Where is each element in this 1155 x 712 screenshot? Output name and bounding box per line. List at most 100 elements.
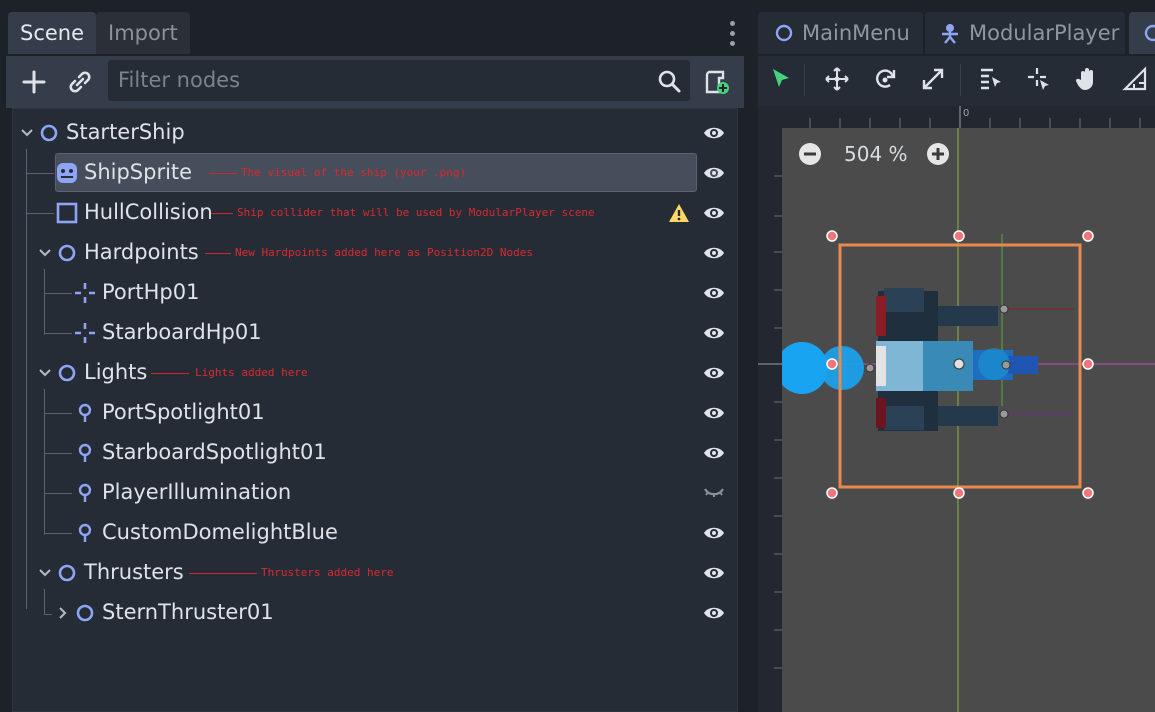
visibility-eye-icon[interactable]: [703, 603, 725, 623]
node2d-circle-icon: [40, 124, 58, 142]
node-label: StarboardHp01: [102, 320, 262, 344]
tab-mainmenu[interactable]: MainMenu: [758, 12, 923, 54]
ruler-ticks: [809, 106, 1141, 128]
node-label: PortSpotlight01: [102, 400, 265, 424]
annotation-line: [209, 173, 237, 174]
chevron-down-icon[interactable]: [37, 565, 53, 581]
tree-row-thrusters[interactable]: Thrusters Thrusters added here: [13, 553, 739, 593]
2d-canvas[interactable]: 0 504 %: [758, 106, 1155, 712]
dock-tabbar: Scene Import: [0, 0, 750, 56]
node-label: HullCollision: [84, 200, 213, 224]
visibility-eye-icon[interactable]: [703, 243, 725, 263]
visibility-eye-icon[interactable]: [703, 443, 725, 463]
node2d-circle-icon: [76, 604, 94, 622]
annotation-line: [151, 373, 189, 374]
annotation-text: Thrusters added here: [261, 566, 394, 579]
visibility-eye-icon[interactable]: [703, 563, 725, 583]
node-label: StarterShip: [66, 120, 185, 144]
visibility-hidden-icon[interactable]: [703, 483, 725, 503]
move-mode-icon[interactable]: [824, 66, 850, 92]
tree-row-shipsprite[interactable]: ShipSprite The visual of the ship (your …: [13, 153, 739, 193]
tree-row-hardpoints[interactable]: Hardpoints New Hardpoints added here as …: [13, 233, 739, 273]
tab-import[interactable]: Import: [96, 12, 190, 54]
tree-row-customdomelightblue[interactable]: CustomDomelightBlue: [13, 513, 739, 553]
node-label: ShipSprite: [84, 160, 193, 184]
visibility-eye-icon[interactable]: [703, 523, 725, 543]
tab-scene[interactable]: Scene: [8, 12, 97, 54]
warning-icon[interactable]: [668, 202, 690, 224]
chevron-down-icon[interactable]: [37, 245, 53, 261]
light-bulb-icon: [78, 403, 92, 422]
annotation-text: Lights added here: [195, 366, 308, 379]
chevron-down-icon[interactable]: [37, 365, 53, 381]
zoom-level[interactable]: 504 %: [844, 142, 908, 166]
tree-row-playerillumination[interactable]: PlayerIllumination: [13, 473, 739, 513]
zoom-out-icon[interactable]: [798, 142, 822, 166]
filter-placeholder: Filter nodes: [118, 68, 241, 92]
tree-row-sternthruster01[interactable]: SternThruster01: [13, 593, 739, 633]
vertical-ruler[interactable]: [758, 106, 782, 712]
light-bulb-icon: [78, 523, 92, 542]
sprite-icon: [57, 163, 77, 183]
annotation-line: [189, 573, 257, 574]
ship-sprite: [876, 288, 1074, 431]
ruler-ticks: [758, 175, 782, 669]
node2d-circle-icon: [58, 564, 76, 582]
toolbar-separator: [960, 64, 961, 96]
node-label: Hardpoints: [84, 240, 199, 264]
select-mode-icon[interactable]: [768, 66, 794, 92]
tree-row-hullcollision[interactable]: HullCollision Ship collider that will be…: [13, 193, 739, 233]
visibility-eye-icon[interactable]: [703, 403, 725, 423]
tab-modularplayer[interactable]: ModularPlayer: [925, 12, 1125, 54]
tab-label: MainMenu: [802, 21, 910, 45]
rotate-mode-icon[interactable]: [872, 66, 898, 92]
add-node-icon[interactable]: [18, 66, 50, 98]
canvas-toolbar: [758, 56, 1155, 106]
visibility-eye-icon[interactable]: [703, 163, 725, 183]
tree-row-startership[interactable]: StarterShip: [13, 113, 739, 153]
scene-dock: Scene Import Filter nodes StarterShip Sh…: [0, 0, 750, 712]
attach-script-icon[interactable]: [700, 66, 732, 98]
horizontal-ruler[interactable]: 0: [758, 106, 1155, 128]
visibility-eye-icon[interactable]: [703, 283, 725, 303]
list-select-icon[interactable]: [978, 66, 1004, 92]
pivot-mode-icon[interactable]: [1026, 66, 1052, 92]
dock-menu-icon[interactable]: [724, 18, 740, 48]
instance-scene-icon[interactable]: [64, 66, 96, 98]
tree-row-portspotlight01[interactable]: PortSpotlight01: [13, 393, 739, 433]
chevron-right-icon[interactable]: [55, 605, 71, 621]
node2d-circle-icon: [58, 364, 76, 382]
collision-square-icon: [56, 202, 78, 224]
node-label: Lights: [84, 360, 148, 384]
node-label: SternThruster01: [102, 600, 274, 624]
visibility-eye-icon[interactable]: [703, 363, 725, 383]
ruler-mode-icon[interactable]: [1122, 66, 1148, 92]
scale-mode-icon[interactable]: [920, 66, 946, 92]
tree-row-lights[interactable]: Lights Lights added here: [13, 353, 739, 393]
scene-tree: StarterShip ShipSprite The visual of the…: [12, 108, 738, 712]
visibility-eye-icon[interactable]: [703, 203, 725, 223]
annotation-text: The visual of the ship (your .png): [241, 166, 467, 179]
filter-nodes-input[interactable]: Filter nodes: [108, 60, 690, 101]
annotation-line: [211, 213, 233, 214]
search-icon: [658, 70, 681, 93]
pan-mode-hand-icon[interactable]: [1074, 66, 1100, 92]
tree-row-starboardspotlight01[interactable]: StarboardSpotlight01: [13, 433, 739, 473]
light-bulb-icon: [78, 483, 92, 502]
node2d-circle-icon: [58, 244, 76, 262]
tab-current[interactable]: [1129, 12, 1155, 54]
canvas-scene: [758, 106, 1155, 712]
annotation-text: Ship collider that will be used by Modul…: [237, 206, 595, 219]
zoom-in-icon[interactable]: [926, 142, 950, 166]
position2d-icon: [75, 323, 95, 343]
toolbar-separator: [804, 64, 805, 96]
visibility-eye-icon[interactable]: [703, 323, 725, 343]
tree-row-porthp01[interactable]: PortHp01: [13, 273, 739, 313]
light-bulb-icon: [78, 443, 92, 462]
visibility-eye-icon[interactable]: [703, 123, 725, 143]
chevron-down-icon[interactable]: [19, 125, 35, 141]
node-label: StarboardSpotlight01: [102, 440, 327, 464]
ruler-origin-label: 0: [963, 108, 970, 119]
tree-row-starboardhp01[interactable]: StarboardHp01: [13, 313, 739, 353]
godot-editor: Scene Import Filter nodes StarterShip Sh…: [0, 0, 1155, 712]
